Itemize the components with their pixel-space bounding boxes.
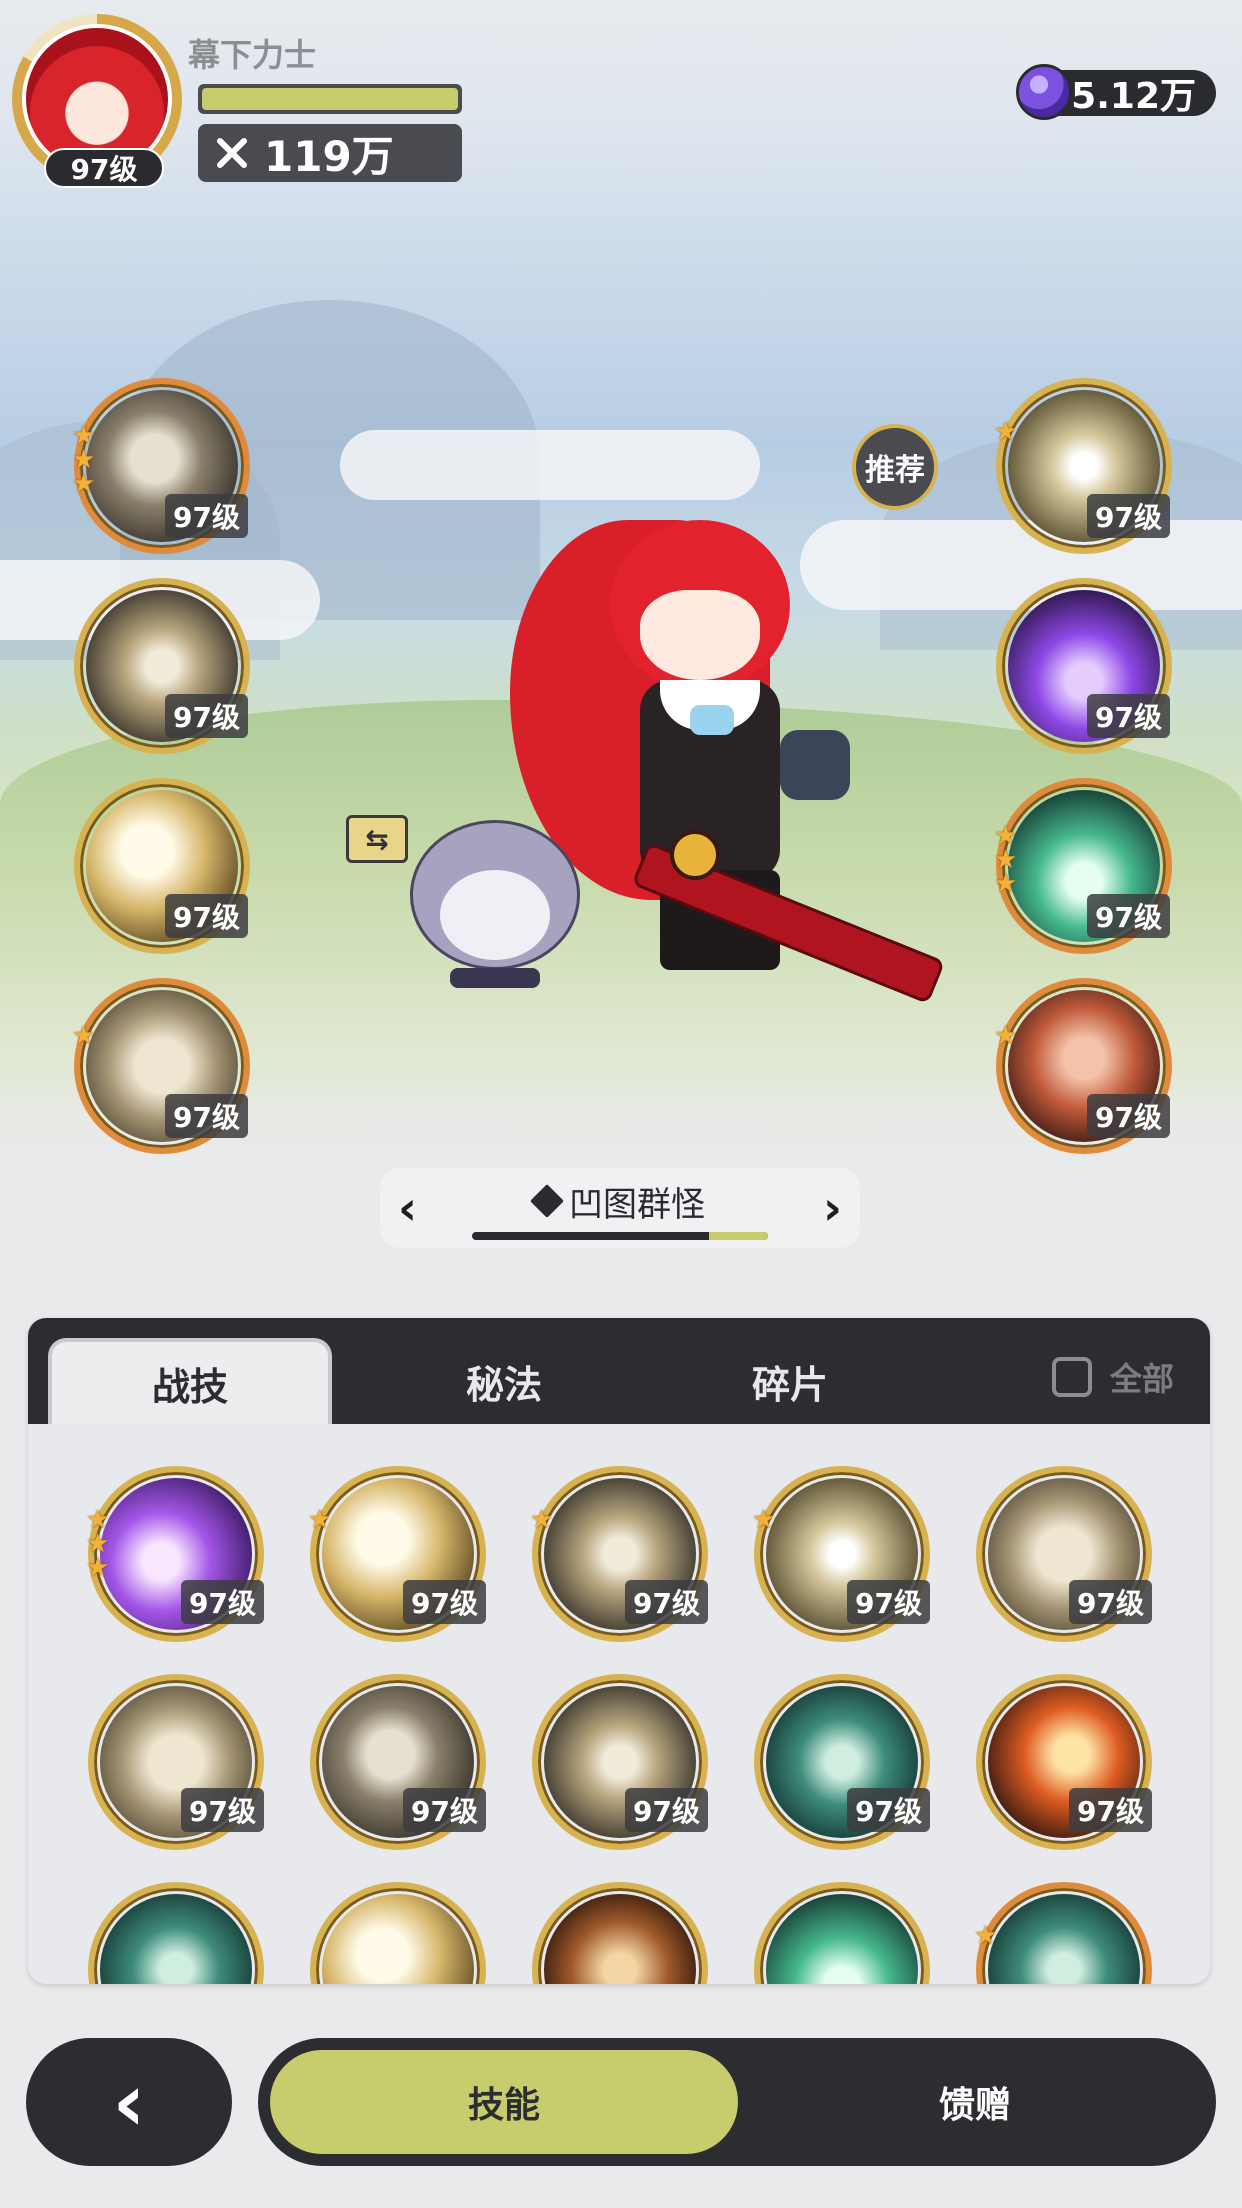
skill-level: 97级 [1087,694,1170,738]
skill-level: 97级 [847,1788,930,1832]
skill-card[interactable]: ★ [974,1882,1152,1984]
skill-level: 97级 [1069,1580,1152,1624]
skill-level: 97级 [165,494,248,538]
skill-card[interactable]: 97级 [88,1674,264,1850]
equipped-skill-left-1[interactable]: ★ ★ ★ 97级 [72,378,250,554]
teal-wave-icon [988,1894,1140,1984]
dust-cloud-icon [322,1894,474,1984]
experience-bar [198,84,462,114]
skill-stars: ★ [752,1505,776,1535]
skill-level: 97级 [1087,894,1170,938]
currency-display[interactable]: 5.12万 [1016,64,1216,120]
currency-amount: 5.12万 [1071,76,1196,117]
skill-stars: ★ [994,1021,1018,1051]
skill-level: 97级 [165,694,248,738]
crossed-swords-icon [212,133,252,173]
skill-card[interactable] [754,1882,930,1984]
skill-stars: ★ ★ ★ [994,821,1018,899]
skill-stars: ★ [994,417,1018,447]
skill-level: 97级 [625,1580,708,1624]
tab-combat-skills[interactable]: 战技 [48,1338,332,1424]
tab-secret-arts[interactable]: 秘法 [362,1338,646,1424]
preset-name: 凹图群怪 [569,1184,705,1225]
skill-card[interactable]: 97级 [976,1674,1152,1850]
show-all-checkbox[interactable] [1051,1357,1092,1397]
skill-level: 97级 [165,1094,248,1138]
skill-card[interactable]: ★ 97级 [752,1466,930,1642]
skill-card[interactable]: 97级 [532,1674,708,1850]
skill-level: 97级 [165,894,248,938]
chevron-left-icon[interactable]: ‹ [398,1185,417,1231]
preset-indicator-bar [472,1231,768,1240]
skill-stars: ★ [530,1505,554,1535]
equipped-skill-left-3[interactable]: 97级 [74,778,250,954]
player-name: 幕下力士 [188,36,317,74]
purple-gem-icon [1016,64,1072,120]
skill-stars: ★ [72,1021,96,1051]
skill-stars: ★ ★ ★ [72,421,96,499]
green-arrows-icon [766,1894,918,1984]
tab-fragments[interactable]: 碎片 [648,1338,932,1424]
flame-ring-icon [544,1894,696,1984]
skill-tabs: 战技 秘法 碎片 全部 [28,1318,1210,1424]
equipped-skill-right-4[interactable]: ★ 97级 [994,978,1172,1154]
skill-level: 97级 [1087,1094,1170,1138]
equipped-skill-left-4[interactable]: ★ 97级 [72,978,250,1154]
back-button[interactable]: ‹ [26,2038,232,2166]
equipped-skill-right-1[interactable]: ★ 97级 [994,378,1172,554]
spectral-sword-icon [100,1894,252,1984]
skill-stars: ★ [308,1505,332,1535]
skill-level: 97级 [847,1580,930,1624]
show-all-label: 全部 [1109,1360,1174,1398]
equipped-skill-left-2[interactable]: 97级 [74,578,250,754]
skill-card[interactable]: ★ ★ ★ 97级 [86,1466,264,1642]
chevron-left-icon: ‹ [112,2055,146,2149]
swap-pet-icon[interactable]: ⇆ [346,815,408,863]
skill-level: 97级 [625,1788,708,1832]
skill-level: 97级 [1087,494,1170,538]
skill-card[interactable]: 97级 [754,1674,930,1850]
skill-level: 97级 [181,1580,264,1624]
skill-card[interactable] [88,1882,264,1984]
skill-level: 97级 [403,1580,486,1624]
skill-card[interactable]: ★ 97级 [530,1466,708,1642]
skills-tab-button[interactable]: 技能 [266,2046,742,2158]
player-avatar[interactable]: 97级 [12,14,182,188]
equipped-skill-right-2[interactable]: 97级 [996,578,1172,754]
gift-tab-button[interactable]: 馈赠 [742,2046,1208,2158]
skill-card[interactable]: 97级 [310,1674,486,1850]
skill-library-panel: 战技 秘法 碎片 全部 ★ ★ ★ 97级 ★ 97级 ★ 97级 ★ 97级 97… [28,1318,1210,1984]
skill-card[interactable]: ★ 97级 [308,1466,486,1642]
combat-power-value: 119万 [264,131,394,181]
show-all-toggle[interactable]: 全部 [1051,1354,1174,1400]
skill-stars: ★ [974,1921,998,1951]
equipped-skill-right-3[interactable]: ★ ★ ★ 97级 [994,778,1172,954]
skill-card[interactable]: 97级 [976,1466,1152,1642]
skill-level: 97级 [181,1788,264,1832]
skill-level: 97级 [403,1788,486,1832]
experience-bar-fill [202,88,458,110]
bottom-segmented-control: 技能 馈赠 [258,2038,1216,2166]
skill-level: 97级 [1069,1788,1152,1832]
skill-stars: ★ ★ ★ [86,1505,110,1583]
preset-name-row[interactable]: 凹图群怪 [530,1177,705,1226]
pet-companion [400,800,580,990]
player-level-badge: 97级 [44,148,164,188]
chevron-right-icon[interactable]: › [823,1185,842,1231]
skill-card[interactable] [532,1882,708,1984]
combat-power: 119万 [198,124,462,182]
skill-card[interactable] [310,1882,486,1984]
skill-preset-selector: ‹ 凹图群怪 › [380,1168,860,1248]
pencil-icon [530,1184,564,1218]
